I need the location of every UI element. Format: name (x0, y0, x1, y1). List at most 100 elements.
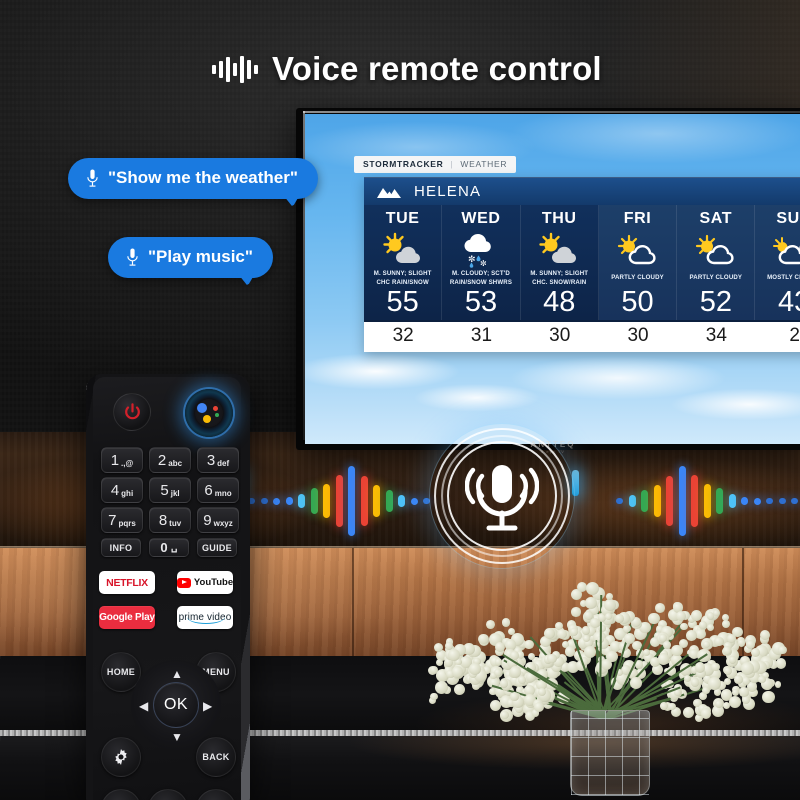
tab-weather[interactable]: WEATHER (460, 159, 507, 169)
weather-widget: HELENA TUE M. SUNNY; SLIGHT CHC RAIN/SNO… (364, 177, 800, 352)
youtube-button[interactable]: YouTube (177, 571, 233, 594)
microphone-icon (465, 465, 539, 531)
google-assistant-icon (195, 399, 223, 427)
page-title: Voice remote control (212, 50, 602, 88)
chevron-up-icon[interactable]: ▲ (171, 667, 183, 681)
forecast-column[interactable]: SAT PARTLY CLOUDY 52 (677, 205, 756, 320)
forecast-column[interactable]: FRI PARTLY CLOUDY 50 (598, 205, 678, 320)
forecast-column[interactable]: SUN MOSTL (755, 205, 800, 320)
google-play-button[interactable]: Google Play (99, 606, 155, 629)
key-1[interactable]: 1 .,@ (101, 447, 143, 473)
forecast-column[interactable]: TUE M. SUNNY; SLIGHT CHC RAIN/SNOW 55 (364, 205, 443, 320)
channel-button[interactable] (196, 789, 236, 800)
weather-header: HELENA (364, 177, 800, 205)
mute-button[interactable] (148, 789, 188, 800)
key-5[interactable]: 5 jkl (149, 477, 191, 503)
forecast-desc: PARTLY CLOUDY (689, 274, 743, 282)
sound-bar (628, 495, 636, 507)
sound-bar (310, 488, 318, 514)
tv-remote-control[interactable]: 1 .,@ 2 abc 3 def 4 ghi 5 jkl 6 mno 7 pqrs 8 tuv 9 wxyz I… (86, 374, 250, 800)
info-button[interactable]: INFO (101, 538, 141, 557)
chevron-down-icon[interactable]: ▼ (171, 730, 183, 744)
sun-cloud-icon (536, 230, 582, 270)
forecast-high: 52 (699, 286, 732, 318)
sound-bar (678, 466, 686, 536)
weather-tabs[interactable]: STORMTRACKER | WEATHER (354, 156, 517, 173)
sound-bar (335, 475, 343, 527)
prime-video-button[interactable]: prime video (177, 606, 233, 629)
microphone-icon (127, 248, 138, 266)
ok-button[interactable]: OK (153, 682, 199, 728)
sound-bar (348, 466, 355, 536)
weather-city: HELENA (414, 183, 482, 200)
sun-cloud-icon (615, 230, 661, 270)
voice-bubble-music[interactable]: "Play music" (108, 237, 273, 286)
sound-bar (616, 498, 623, 504)
forecast-column[interactable]: THU M. SUNNY; SLIGHT CHC. SNOW/RAIN 48 (520, 205, 599, 320)
back-button[interactable]: BACK (196, 737, 236, 777)
forecast-high: 48 (543, 286, 576, 318)
forecast-day: SUN (776, 210, 800, 227)
voice-bubble-music-text: "Play music" (148, 247, 253, 266)
sound-bar (298, 494, 305, 508)
forecast-desc: M. SUNNY; SLIGHT CHC. SNOW/RAIN (530, 270, 589, 286)
key-8[interactable]: 8 tuv (149, 507, 191, 533)
forecast-day: SAT (699, 210, 733, 227)
zero-button[interactable]: 0 ␣ (149, 538, 189, 557)
forecast-desc: M. CLOUDY; SCT'D RAIN/SNOW SHWRS (449, 270, 513, 286)
forecast-desc: M. SUNNY; SLIGHT CHC RAIN/SNOW (373, 270, 432, 286)
sound-bar (716, 488, 723, 514)
netflix-button[interactable]: NETFLIX (99, 571, 155, 594)
forecast-desc: PARTLY CLOUDY (611, 274, 664, 282)
sound-bar (791, 498, 798, 504)
dpad[interactable]: ▲ ▼ ◀ ▶ OK (131, 660, 221, 750)
tab-stormtracker[interactable]: STORMTRACKER (363, 159, 444, 169)
sound-bar (398, 495, 405, 507)
key-7[interactable]: 7 pqrs (101, 507, 143, 533)
voice-waveform-icon (212, 52, 258, 86)
google-assistant-button[interactable] (185, 389, 233, 437)
key-9[interactable]: 9 wxyz (197, 507, 239, 533)
forecast-column[interactable]: WED ✼ ✼ M. CLOUDY; SCT'D RAIN/SNOW SHWRS… (442, 205, 521, 320)
youtube-play-icon (177, 577, 191, 588)
key-6[interactable]: 6 mno (197, 477, 239, 503)
forecast-desc: MOSTLY CLOUDY (767, 274, 800, 282)
forecast-low: 32 (392, 325, 414, 346)
forecast-high: 50 (621, 286, 654, 318)
forecast-low: 31 (470, 325, 493, 346)
sun-cloud-icon (693, 230, 739, 270)
key-2[interactable]: 2 abc (149, 447, 191, 473)
settings-button[interactable] (101, 737, 141, 777)
sun-cloud-icon (380, 230, 426, 270)
forecast-day: FRI (623, 210, 652, 227)
voice-bubble-weather[interactable]: "Show me the weather" (68, 158, 318, 207)
microphone-icon (87, 169, 98, 187)
guide-button[interactable]: GUIDE (197, 538, 237, 557)
svg-text:✼: ✼ (480, 259, 487, 268)
sound-bar (273, 497, 280, 505)
chevron-right-icon[interactable]: ▶ (203, 699, 212, 713)
volume-button[interactable] (101, 789, 141, 800)
cabinet-seam-left (352, 548, 354, 658)
forecast-high: 43 (778, 286, 800, 318)
forecast-low: 30 (549, 325, 571, 346)
sound-bar (373, 485, 380, 517)
power-button[interactable] (113, 393, 151, 431)
tab-separator: | (450, 159, 454, 169)
sound-bar (285, 497, 293, 505)
voice-mic-badge[interactable] (429, 423, 575, 569)
key-3[interactable]: 3 def (197, 447, 239, 473)
forecast-lows-row: 32 31 30 30 34 2 (364, 320, 800, 352)
television: STORMTRACKER | WEATHER HELENA TUE M. SUN… (296, 108, 800, 454)
sound-bar (666, 476, 673, 526)
forecast-low: 34 (705, 325, 727, 346)
mountain-icon (377, 187, 401, 198)
chevron-left-icon[interactable]: ◀ (139, 699, 148, 713)
sun-cloud-icon (771, 230, 800, 270)
key-4[interactable]: 4 ghi (101, 477, 143, 503)
sound-bar (323, 484, 330, 518)
sound-bar (741, 497, 748, 505)
power-icon (124, 403, 140, 420)
cloud-rain-snow-icon: ✼ ✼ (458, 230, 504, 270)
sound-bar (641, 490, 648, 512)
